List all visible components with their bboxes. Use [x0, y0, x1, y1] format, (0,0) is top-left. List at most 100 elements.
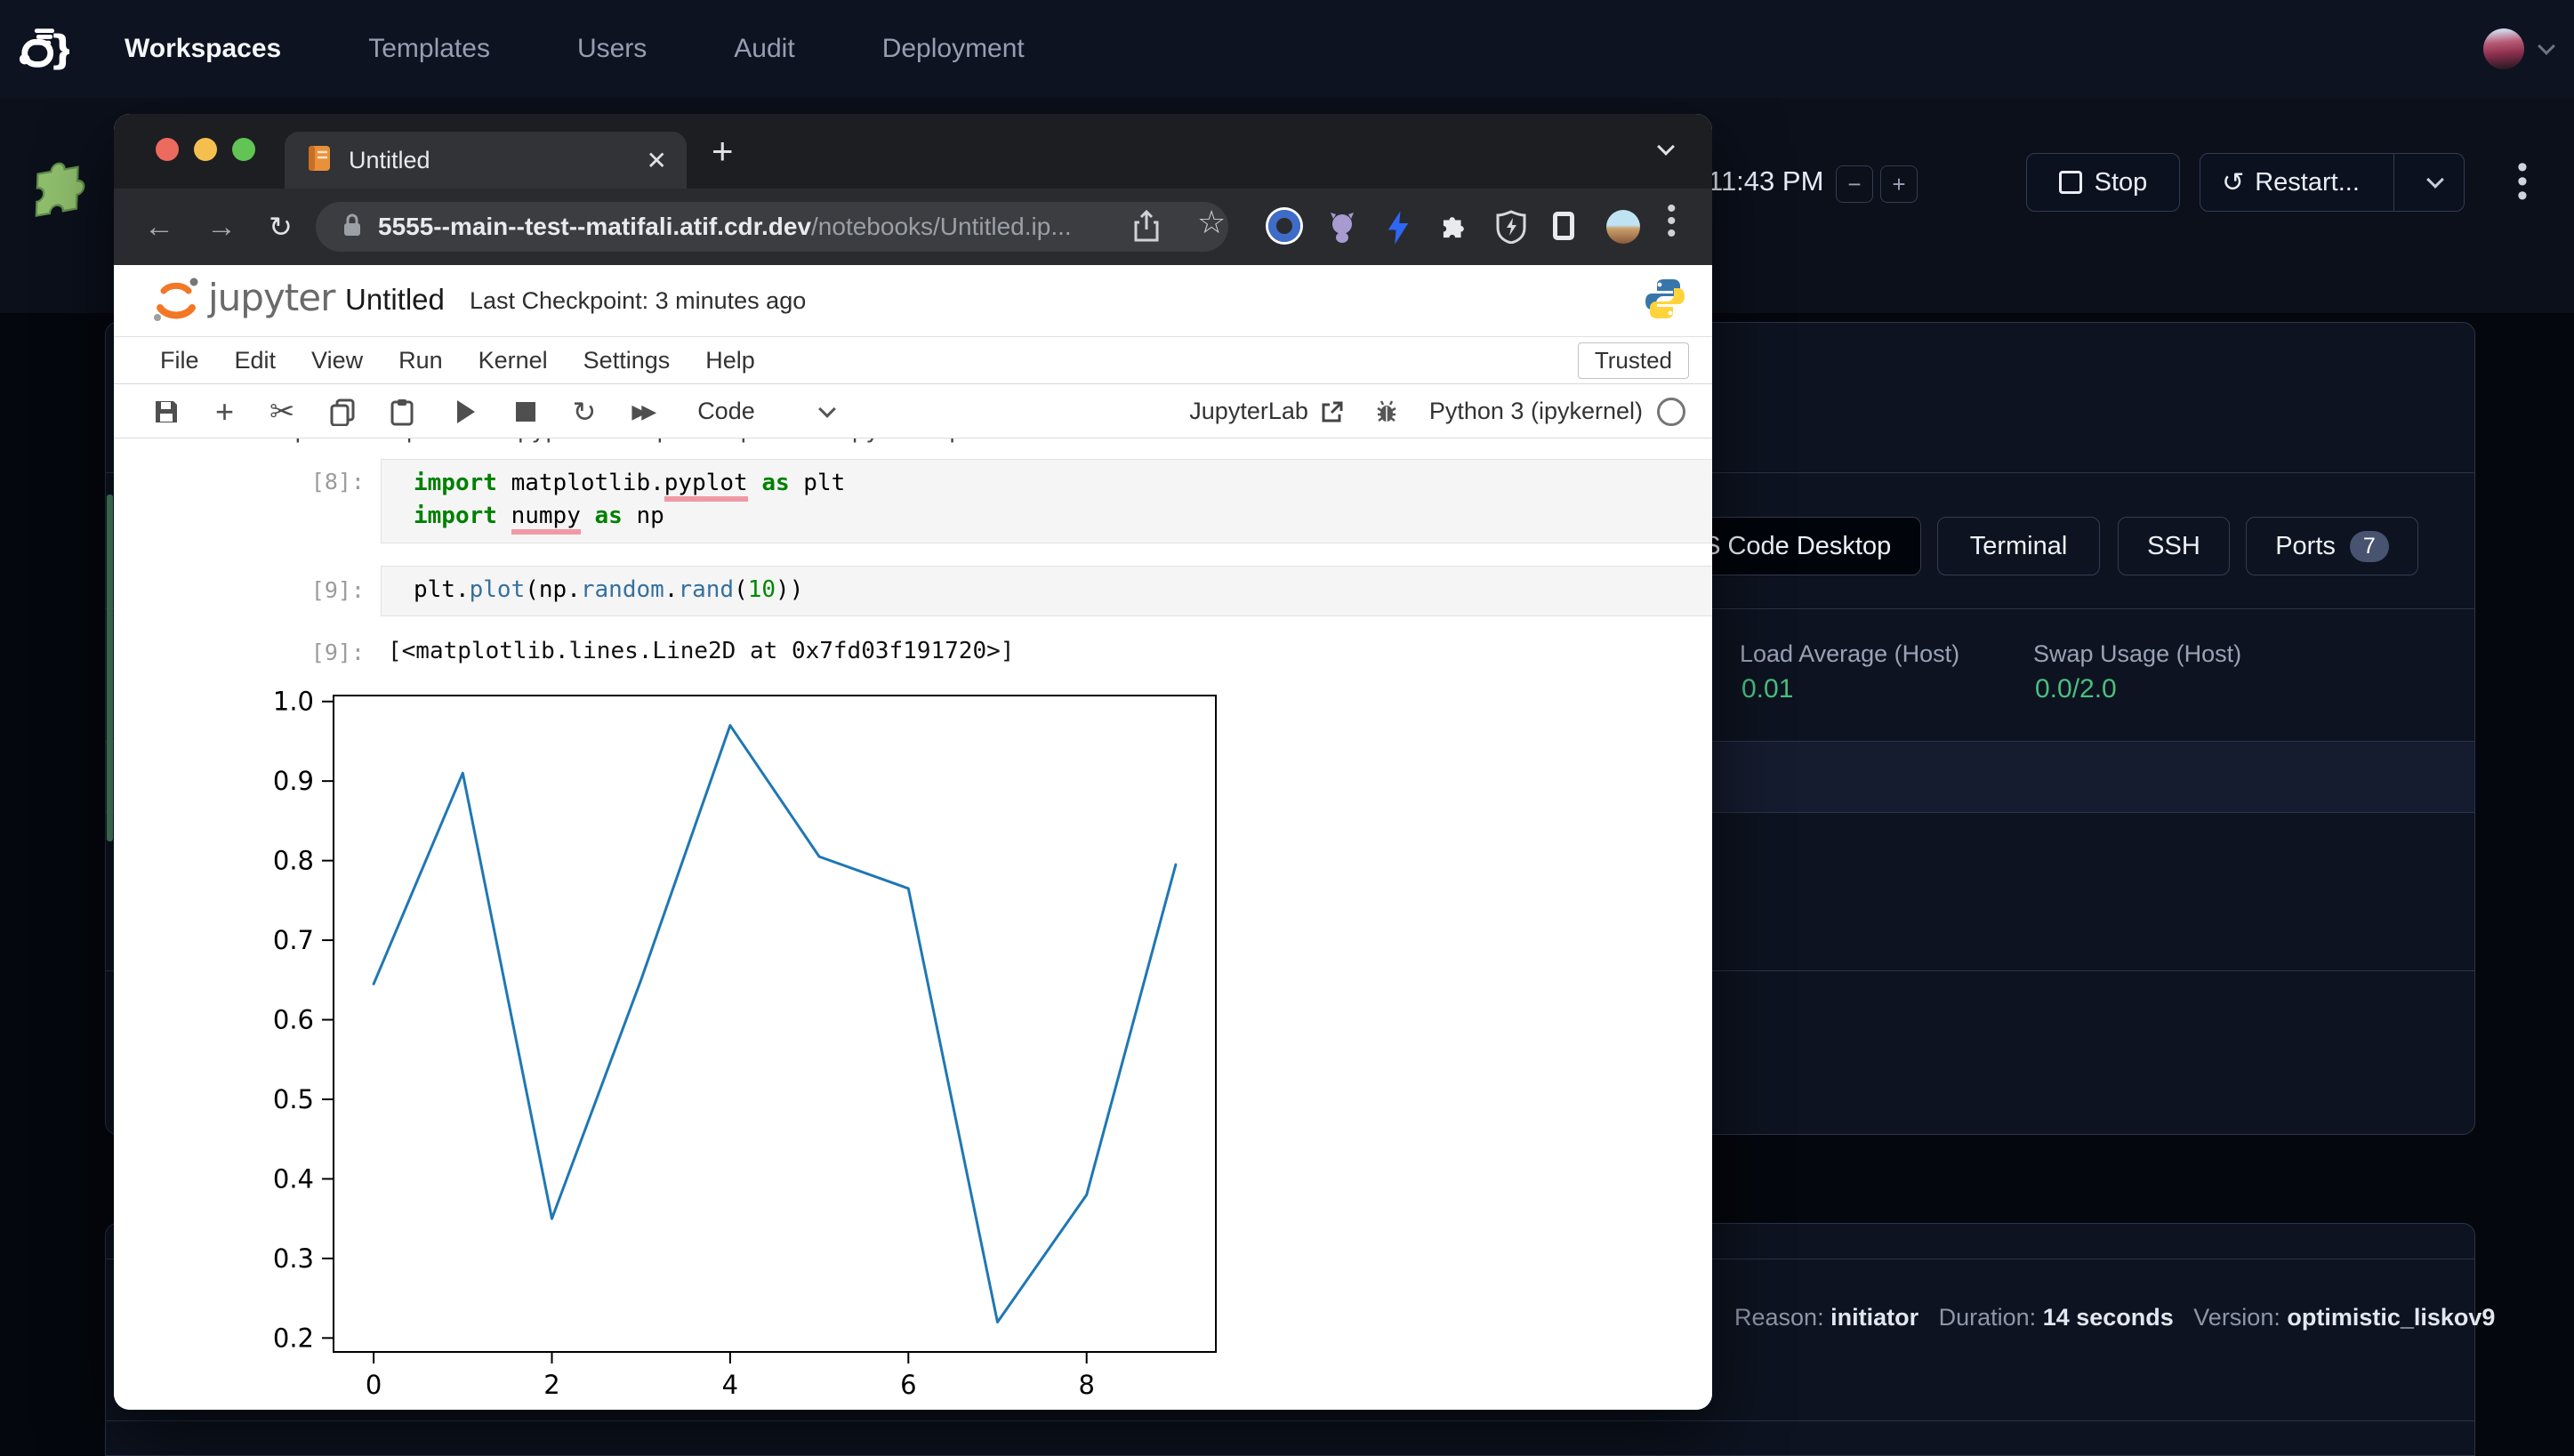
menu-file[interactable]: File	[160, 347, 199, 374]
svg-text:2: 2	[543, 1370, 559, 1400]
svg-text:0.3: 0.3	[273, 1243, 314, 1274]
bookmark-star-icon[interactable]: ☆	[1197, 205, 1226, 241]
zoom-in-button[interactable]: +	[1880, 165, 1918, 203]
external-link-icon[interactable]	[1321, 400, 1344, 423]
svg-text:0.5: 0.5	[273, 1084, 314, 1114]
sidepanel-extension-icon[interactable]	[1553, 212, 1574, 240]
copy-cell-icon[interactable]	[329, 398, 356, 426]
svg-text:0.9: 0.9	[273, 766, 314, 796]
notebook-title[interactable]: Untitled	[345, 283, 445, 317]
window-maximize-button[interactable]	[232, 138, 255, 161]
cell8-input[interactable]: import matplotlib.pyplot as plt import n…	[381, 459, 1712, 543]
menu-settings[interactable]: Settings	[583, 347, 671, 374]
output-prompt: [9]:	[212, 640, 365, 665]
kernel-status-icon	[1657, 398, 1685, 426]
ghostery-extension-icon[interactable]	[1496, 210, 1526, 248]
menu-view[interactable]: View	[311, 347, 363, 374]
svg-text:0.7: 0.7	[273, 925, 314, 955]
jupyter-menubar: File Edit View Run Kernel Settings Help …	[114, 337, 1712, 384]
cell-type-dropdown[interactable]: Code	[697, 398, 755, 425]
svg-text:}: }	[49, 28, 69, 73]
tab-close-icon[interactable]: ✕	[647, 146, 667, 175]
stop-icon	[2059, 171, 2082, 194]
restart-workspace-button[interactable]: ↺ Restart...	[2200, 153, 2465, 212]
ssh-button[interactable]: SSH	[2118, 517, 2230, 575]
notebook-favicon	[306, 144, 333, 177]
restart-icon: ↺	[2222, 167, 2244, 198]
jupyter-logo-icon	[149, 274, 203, 332]
cut-cell-icon[interactable]: ✂	[269, 394, 295, 430]
onepassword-extension-icon[interactable]	[1268, 210, 1300, 242]
jupyter-toolbar: + ✂ ↻ ▶▶ Code JupyterLab Python 3 (ipyke…	[114, 385, 1712, 438]
cell-type-chevron-icon[interactable]	[818, 400, 836, 418]
ports-button[interactable]: Ports 7	[2246, 517, 2418, 575]
coder-logo-icon[interactable]: }	[18, 21, 73, 77]
nav-item-workspaces[interactable]: Workspaces	[125, 34, 281, 64]
url-address-bar[interactable]: 5555--main--test--matifali.atif.cdr.dev/…	[316, 202, 1228, 252]
trusted-button[interactable]: Trusted	[1578, 342, 1689, 379]
restart-run-all-icon[interactable]: ▶▶	[631, 400, 651, 423]
jupyterlab-link[interactable]: JupyterLab	[1189, 398, 1308, 425]
github-extension-icon[interactable]	[1325, 210, 1359, 248]
profile-avatar-icon[interactable]	[1606, 210, 1640, 244]
build-status-indicator-bar	[107, 495, 113, 841]
save-icon[interactable]	[153, 398, 180, 425]
url-path: /notebooks/Untitled.ip...	[811, 213, 1072, 241]
build-meta-row: Reason: initiator Duration: 14 seconds V…	[1734, 1304, 2495, 1331]
browser-toolbar: ← → ↻ 5555--main--test--matifali.atif.cd…	[114, 189, 1712, 265]
debugger-bug-icon[interactable]	[1374, 399, 1399, 424]
zoom-out-button[interactable]: −	[1836, 165, 1873, 203]
jupyter-header: jupyter Untitled Last Checkpoint: 3 minu…	[114, 265, 1712, 337]
user-menu-chevron-icon[interactable]	[2538, 37, 2555, 55]
clock-time: 11:43 PM	[1708, 165, 1823, 197]
back-icon[interactable]: ←	[144, 210, 174, 245]
extensions-puzzle-icon[interactable]	[1439, 210, 1471, 246]
browser-tab[interactable]: Untitled ✕	[285, 132, 687, 189]
nav-item-users[interactable]: Users	[577, 34, 647, 64]
clipped-previous-cell: import matplotlib.pyplot as plt import n…	[267, 438, 1156, 449]
kernel-name[interactable]: Python 3 (ipykernel)	[1429, 398, 1643, 425]
svg-text:4: 4	[722, 1370, 738, 1400]
cell9-input[interactable]: plt.plot(np.random.rand(10))	[381, 566, 1712, 616]
add-cell-icon[interactable]: +	[215, 393, 234, 430]
tab-title: Untitled	[349, 147, 647, 174]
forward-icon[interactable]: →	[206, 210, 237, 245]
menu-edit[interactable]: Edit	[235, 347, 277, 374]
workspace-kebab-menu[interactable]: •••	[2517, 160, 2528, 203]
menu-help[interactable]: Help	[705, 347, 755, 374]
python-logo-icon	[1642, 276, 1688, 326]
reload-icon[interactable]: ↻	[269, 210, 293, 244]
swap-usage-label: Swap Usage (Host)	[2033, 640, 2241, 668]
terminal-button[interactable]: Terminal	[1937, 517, 2100, 575]
svg-text:8: 8	[1078, 1370, 1094, 1400]
load-average-label: Load Average (Host)	[1740, 640, 1959, 668]
menu-kernel[interactable]: Kernel	[479, 347, 548, 374]
menu-run[interactable]: Run	[398, 347, 443, 374]
paste-cell-icon[interactable]	[390, 398, 414, 426]
restart-options-chevron-icon[interactable]	[2407, 179, 2464, 186]
jupyter-brand: jupyter	[208, 276, 334, 319]
nav-item-templates[interactable]: Templates	[368, 34, 490, 64]
svg-text:0.2: 0.2	[273, 1323, 314, 1353]
lightning-extension-icon[interactable]	[1384, 210, 1412, 250]
svg-text:0.4: 0.4	[273, 1163, 314, 1194]
workspace-puzzle-icon	[27, 146, 101, 225]
new-tab-button[interactable]: +	[712, 130, 734, 173]
nav-item-deployment[interactable]: Deployment	[882, 34, 1025, 64]
svg-text:1.0: 1.0	[273, 687, 314, 717]
nav-item-audit[interactable]: Audit	[734, 34, 794, 64]
run-cell-icon[interactable]	[457, 400, 475, 423]
stop-workspace-button[interactable]: Stop	[2026, 153, 2180, 212]
browser-kebab-menu[interactable]: •••	[1667, 203, 1677, 240]
share-icon[interactable]	[1133, 210, 1160, 246]
user-avatar[interactable]	[2483, 28, 2524, 69]
interrupt-kernel-icon[interactable]	[516, 402, 535, 422]
window-close-button[interactable]	[156, 138, 179, 161]
restart-kernel-icon[interactable]: ↻	[573, 395, 597, 429]
notebook-body: import matplotlib.pyplot as plt import n…	[114, 438, 1712, 1410]
window-minimize-button[interactable]	[194, 138, 217, 161]
tab-search-chevron-icon[interactable]	[1657, 138, 1675, 156]
output-repr-text: [<matplotlib.lines.Line2D at 0x7fd03f191…	[388, 638, 1014, 664]
ports-count-badge: 7	[2350, 531, 2389, 562]
url-domain: 5555--main--test--matifali.atif.cdr.dev	[378, 213, 811, 241]
